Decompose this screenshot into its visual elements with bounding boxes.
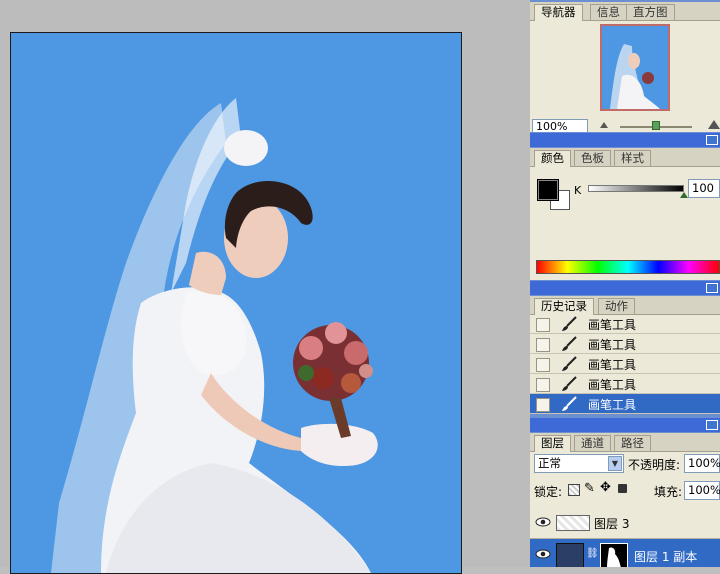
fill-field[interactable]: 100% [684,481,720,500]
navigator-thumbnail[interactable] [600,24,670,111]
layer-row[interactable]: 图层 3 [530,507,720,539]
link-icon: ⛓ [586,548,599,559]
foreground-color-swatch[interactable] [537,179,559,201]
history-snapshot-checkbox[interactable] [536,318,550,332]
panel-separator [530,418,720,432]
panel-column: 导航器 信息 直方图 100% 颜色 色板 样式 K 100 历史记录 动作 画… [530,0,720,567]
history-snapshot-checkbox[interactable] [536,338,550,352]
brush-icon [562,356,577,371]
color-spectrum-bar[interactable] [536,260,720,274]
navigator-panel: 导航器 信息 直方图 100% [530,2,720,132]
layers-panel: 图层 通道 路径 正常 ▼ 不透明度: 100% 锁定: ✎ ✥ 填充: 100… [530,433,720,567]
history-item[interactable]: 画笔工具 [530,354,720,374]
tab-history[interactable]: 历史记录 [534,298,594,315]
history-snapshot-checkbox[interactable] [536,358,550,372]
zoom-slider-thumb[interactable] [652,121,660,130]
collapse-icon[interactable] [706,135,718,145]
layer-thumbnail [556,543,584,567]
chevron-down-icon[interactable]: ▼ [608,456,622,471]
eye-icon[interactable] [535,548,551,560]
brush-icon [562,376,577,391]
k-value-field[interactable]: 100 [688,179,720,198]
channel-label: K [574,184,582,197]
workspace [0,0,530,574]
collapse-icon[interactable] [706,420,718,430]
history-panel: 历史记录 动作 画笔工具 画笔工具 画笔工具 画笔工具 画笔工具 [530,296,720,414]
blend-mode-select[interactable]: 正常 ▼ [534,454,624,473]
eye-icon[interactable] [535,516,551,528]
history-item[interactable]: 画笔工具 [530,374,720,394]
brush-icon [562,396,577,411]
layer-name: 图层 3 [594,517,630,531]
opacity-label: 不透明度: [628,458,681,472]
tab-paths[interactable]: 路径 [614,435,651,451]
panel-separator [530,133,720,147]
mask-shape [607,547,621,567]
tab-channels[interactable]: 通道 [574,435,611,451]
tab-navigator[interactable]: 导航器 [534,4,583,21]
k-slider-thumb[interactable] [680,192,688,198]
color-panel: 颜色 色板 样式 K 100 [530,148,720,280]
fill-label: 填充: [654,485,683,499]
blend-mode-value: 正常 [538,456,561,470]
layer-row-selected[interactable]: ⛓ 图层 1 副本 [530,539,720,567]
layer-thumbnail [556,515,590,531]
brush-icon [562,316,577,331]
layer-name: 图层 1 副本 [634,550,698,564]
lock-label: 锁定: [534,485,563,499]
history-item[interactable]: 画笔工具 [530,394,720,414]
history-snapshot-checkbox[interactable] [536,378,550,392]
history-item[interactable]: 画笔工具 [530,314,720,334]
navigator-tabs: 导航器 信息 直方图 [530,2,720,21]
lock-all-icon[interactable] [618,484,627,493]
layer-mask-thumbnail[interactable] [600,543,628,567]
history-snapshot-checkbox[interactable] [536,398,550,412]
panel-separator [530,281,720,295]
history-item-label: 画笔工具 [588,378,637,392]
color-tabs: 颜色 色板 样式 [530,148,720,167]
lock-transparency-icon[interactable] [568,484,580,496]
tab-histogram[interactable]: 直方图 [626,4,675,20]
history-item-label: 画笔工具 [588,338,637,352]
zoom-out-icon[interactable] [600,122,608,128]
collapse-icon[interactable] [706,283,718,293]
tab-layers[interactable]: 图层 [534,435,571,452]
lock-brush-icon[interactable]: ✎ [584,481,595,496]
history-item-label: 画笔工具 [588,398,637,412]
opacity-field[interactable]: 100% [684,454,720,473]
k-slider-track[interactable] [588,185,684,192]
bride-photo [51,98,378,573]
layers-tabs: 图层 通道 路径 [530,433,720,452]
tab-color[interactable]: 颜色 [534,150,571,167]
lock-move-icon[interactable]: ✥ [600,480,611,495]
history-item-label: 画笔工具 [588,318,637,332]
history-item[interactable]: 画笔工具 [530,334,720,354]
zoom-field[interactable]: 100% [532,119,588,132]
history-item-label: 画笔工具 [588,358,637,372]
brush-icon [562,336,577,351]
tab-swatches[interactable]: 色板 [574,150,611,166]
history-list: 画笔工具 画笔工具 画笔工具 画笔工具 画笔工具 [530,310,720,414]
tab-styles[interactable]: 样式 [614,150,651,166]
zoom-in-icon[interactable] [708,120,720,129]
tab-info[interactable]: 信息 [590,4,627,20]
document-canvas[interactable] [10,32,462,574]
thumbnail-image [610,44,660,109]
